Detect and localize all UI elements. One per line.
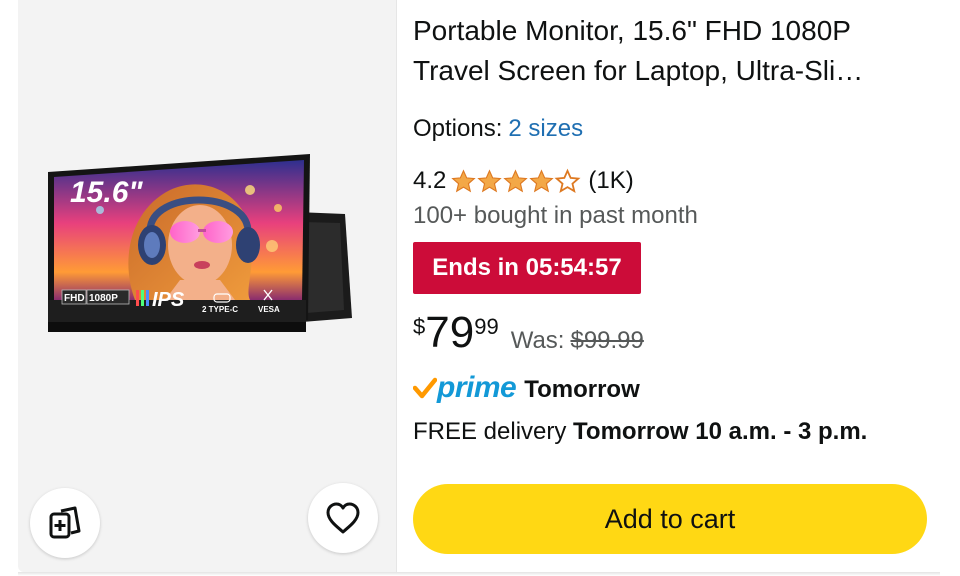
rating-count[interactable]: (1K) [588,167,633,195]
options-row: Options: 2 sizes [413,112,583,146]
options-link[interactable]: 2 sizes [508,115,583,142]
panel-divider [396,0,397,572]
1080p-badge: 1080P [89,293,118,304]
wishlist-button[interactable] [308,483,378,553]
star-rating [450,168,581,195]
vesa-badge: VESA [258,305,280,314]
star-icon [451,168,477,192]
was-price: $99.99 [570,327,644,354]
compare-icon [49,506,81,539]
star-outline-icon [554,168,581,193]
star-icon [529,168,555,192]
product-title[interactable]: Portable Monitor, 15.6" FHD 1080P Travel… [413,11,923,91]
price-whole: 79 [425,308,475,357]
prime-check-icon [413,377,437,399]
options-label: Options: [413,115,503,142]
delivery-info: FREE delivery Tomorrow 10 a.m. - 3 p.m. [413,415,867,449]
price-fraction: 99 [474,314,499,339]
prime-logo: prime [413,371,517,405]
delivery-prefix: FREE delivery [413,418,567,445]
deal-timer-badge: Ends in 05:54:57 [413,242,641,294]
screen-size-text: 15.6" [70,176,143,209]
rating-value: 4.2 [413,167,447,194]
price-row: $ 79 99 Was: $99.99 [413,305,644,365]
card-shadow [18,572,940,576]
star-icon [477,168,503,192]
type-c-badge: 2 TYPE-C [202,305,238,314]
prime-row: prime Tomorrow [413,368,640,408]
was-label: Was: [510,327,565,354]
ips-badge: IPS [152,289,185,311]
add-to-cart-button[interactable]: Add to cart [413,484,927,554]
product-image[interactable]: 15.6" FHD 1080P IPS 2 TYPE-C VESA [40,150,375,346]
compare-button[interactable] [30,488,100,558]
prime-text: prime [437,371,517,404]
star-icon [503,168,529,192]
prime-delivery-day: Tomorrow [524,375,640,403]
rating-row[interactable]: 4.2 (1K) [413,164,634,198]
bought-count: 100+ bought in past month [413,202,698,229]
price-symbol: $ [413,314,426,339]
heart-icon [326,502,360,534]
fhd-badge: FHD [64,293,85,304]
delivery-window: Tomorrow 10 a.m. - 3 p.m. [573,418,868,445]
